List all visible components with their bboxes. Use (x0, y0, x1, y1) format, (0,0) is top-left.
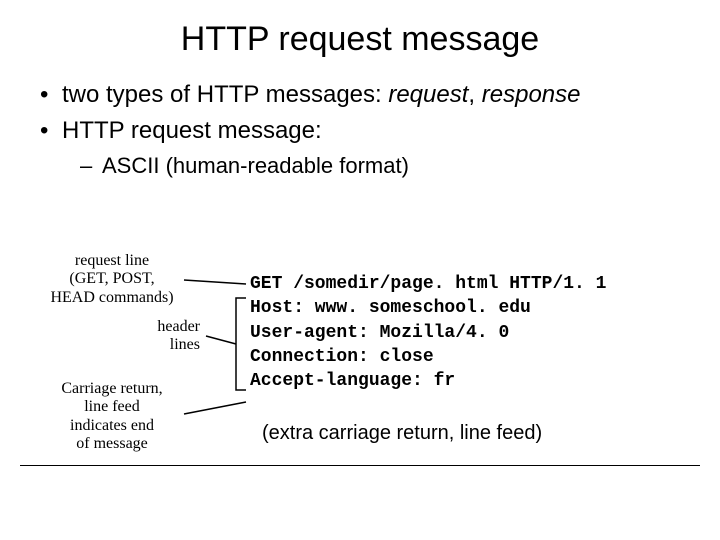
slide: HTTP request message two types of HTTP m… (0, 0, 720, 540)
code-line-3: User-agent: Mozilla/4. 0 (250, 323, 509, 343)
http-code-block: GET /somedir/page. html HTTP/1. 1 Host: … (250, 272, 606, 393)
code-line-4: Connection: close (250, 347, 434, 367)
divider-line (20, 465, 700, 466)
extra-crlf-note: (extra carriage return, line feed) (262, 422, 542, 445)
bracket-lines-icon (0, 0, 720, 540)
code-line-2: Host: www. someschool. edu (250, 298, 531, 318)
code-line-1: GET /somedir/page. html HTTP/1. 1 (250, 274, 606, 294)
code-line-5: Accept-language: fr (250, 371, 455, 391)
